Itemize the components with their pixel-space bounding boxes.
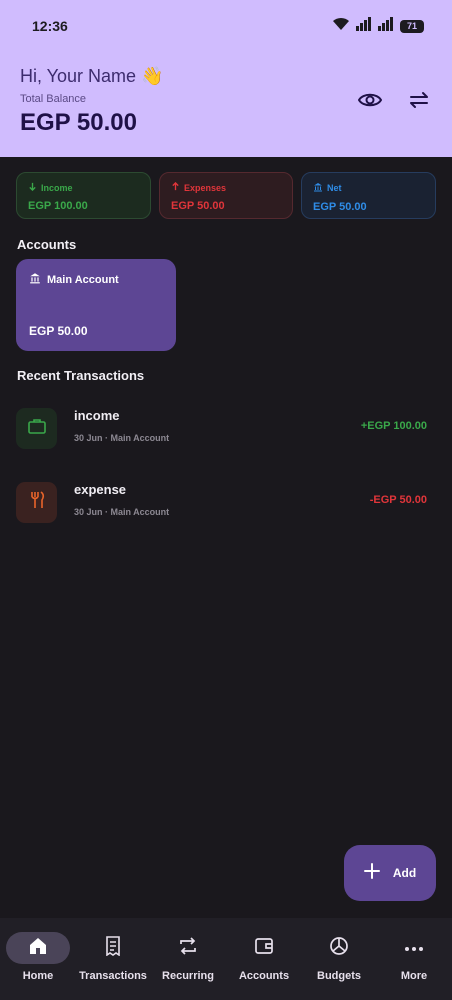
bank-icon: [29, 271, 41, 289]
income-value: EGP 100.00: [28, 200, 88, 212]
status-time: 12:36: [32, 18, 68, 34]
battery-indicator: 71: [400, 19, 424, 33]
transaction-icon-tile: [16, 408, 57, 449]
wifi-icon: [332, 17, 350, 36]
nav-item-transactions[interactable]: Transactions: [73, 932, 153, 988]
wallet-icon: [254, 936, 274, 961]
nav-label: Recurring: [162, 970, 214, 982]
expenses-summary-title: Expenses: [171, 181, 281, 193]
nav-item-accounts[interactable]: Accounts: [224, 932, 304, 988]
status-icons: 71: [332, 16, 424, 36]
eye-icon: [357, 91, 383, 114]
header: 12:36 71 Hi, Your Name 👋 Total Balance E…: [0, 0, 452, 157]
nav-pill: [232, 932, 296, 964]
expenses-summary-card[interactable]: Expenses EGP 50.00: [159, 172, 293, 219]
add-button-label: Add: [392, 866, 417, 880]
net-summary-card[interactable]: Net EGP 50.00: [301, 172, 436, 219]
account-name-row: Main Account: [29, 271, 163, 289]
transaction-row[interactable]: expense 30 Jun · Main Account -EGP 50.00: [0, 480, 452, 540]
net-summary-title: Net: [313, 182, 424, 194]
plus-icon: [363, 862, 380, 884]
swap-arrows-icon: [408, 91, 430, 114]
nav-item-budgets[interactable]: Budgets: [299, 932, 379, 988]
transaction-row[interactable]: income 30 Jun · Main Account +EGP 100.00: [0, 406, 452, 466]
arrow-up-icon: [171, 181, 180, 193]
bank-icon: [313, 182, 323, 194]
nav-item-recurring[interactable]: Recurring: [148, 932, 228, 988]
repeat-icon: [178, 936, 198, 961]
nav-pill: [156, 932, 220, 964]
nav-label: Home: [22, 970, 54, 982]
account-name: Main Account: [47, 274, 119, 286]
add-button[interactable]: Add: [344, 845, 436, 901]
nav-label: Transactions: [79, 970, 147, 982]
nav-label: More: [400, 970, 428, 982]
status-bar: 12:36 71: [0, 0, 452, 50]
nav-item-home[interactable]: Home: [0, 932, 78, 988]
nav-item-more[interactable]: More: [374, 932, 452, 988]
transaction-title: expense: [74, 482, 127, 497]
expenses-value: EGP 50.00: [171, 200, 225, 212]
nav-label: Accounts: [238, 970, 290, 982]
net-label: Net: [327, 183, 342, 193]
transaction-amount: -EGP 50.00: [369, 494, 427, 506]
pie-chart-icon: [329, 936, 349, 961]
greeting: Hi, Your Name 👋: [20, 66, 164, 86]
account-balance: EGP 50.00: [29, 324, 88, 338]
nav-pill: [307, 932, 371, 964]
transaction-title: income: [74, 408, 120, 423]
recent-transactions-title: Recent Transactions: [17, 368, 145, 383]
nav-pill: [6, 932, 70, 964]
signal-icon: [356, 16, 372, 36]
income-label: Income: [41, 182, 73, 193]
nav-label: Budgets: [317, 970, 361, 982]
receipt-icon: [103, 935, 123, 961]
accounts-section-title: Accounts: [17, 237, 77, 252]
transaction-subtitle: 30 Jun · Main Account: [74, 433, 170, 443]
nav-pill: [81, 932, 145, 964]
transaction-amount: +EGP 100.00: [360, 420, 427, 432]
home-icon: [28, 936, 48, 961]
net-value: EGP 50.00: [313, 201, 367, 213]
signal-icon-2: [378, 16, 394, 36]
briefcase-icon: [27, 418, 46, 439]
arrow-down-icon: [28, 182, 37, 193]
total-balance-value: EGP 50.00: [20, 109, 137, 136]
account-card[interactable]: Main Account EGP 50.00: [16, 259, 176, 351]
swap-button[interactable]: [406, 89, 432, 115]
income-summary-card[interactable]: Income EGP 100.00: [16, 172, 151, 219]
income-summary-title: Income: [28, 182, 139, 193]
toggle-visibility-button[interactable]: [357, 89, 383, 115]
nav-pill: [382, 932, 446, 964]
more-icon: [404, 939, 424, 957]
transaction-icon-tile: [16, 482, 57, 523]
total-balance-label: Total Balance: [20, 93, 87, 105]
transaction-subtitle: 30 Jun · Main Account: [74, 507, 170, 517]
expenses-label: Expenses: [184, 182, 227, 193]
bottom-navigation: Home Transactions Recurring Accounts Bud…: [0, 918, 452, 1000]
fork-knife-icon: [28, 491, 46, 514]
